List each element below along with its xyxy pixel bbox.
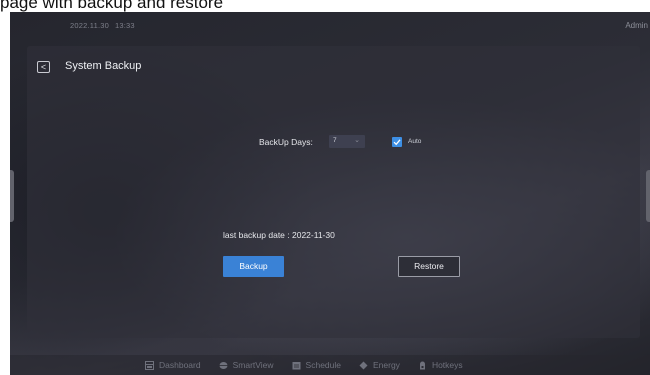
backup-button[interactable]: Backup [223, 256, 284, 277]
right-drawer-handle[interactable] [646, 170, 650, 222]
schedule-icon [292, 361, 301, 369]
datetime: 2022.11.30 13:33 [70, 21, 141, 30]
last-backup-date: last backup date : 2022-11-30 [223, 230, 335, 240]
dashboard-icon [145, 360, 154, 370]
backup-days-label: BackUp Days: [259, 137, 313, 147]
auto-checkbox[interactable] [392, 137, 402, 147]
nav-item-label: Hotkeys [431, 360, 463, 370]
left-drawer-handle[interactable] [10, 170, 14, 222]
restore-button[interactable]: Restore [398, 256, 460, 277]
nav-item-label: SmartView [232, 360, 274, 370]
hotkeys-icon [419, 361, 425, 369]
energy-icon [359, 361, 368, 369]
chevron-left-icon: < [40, 62, 47, 72]
time-text: 13:33 [114, 21, 135, 30]
bottom-nav: Dashboard SmartView Schedule Energy Hotk… [10, 355, 650, 375]
nav-item-label: Energy [373, 360, 400, 370]
smartview-icon [219, 361, 228, 369]
date-text: 2022.11.30 [70, 21, 109, 30]
auto-label: Auto [408, 138, 422, 145]
nav-item-energy[interactable]: Energy [359, 360, 400, 370]
backup-days-value: 7 [333, 137, 337, 144]
app-screen: 2022.11.30 13:33 Admin < System Backup Ba… [10, 12, 650, 375]
nav-item-dashboard[interactable]: Dashboard [145, 360, 201, 370]
top-bar: 2022.11.30 13:33 Admin [10, 12, 650, 42]
page-title: System Backup [65, 60, 142, 72]
nav-item-label: Schedule [305, 360, 341, 370]
system-backup-panel: < System Backup BackUp Days: 7 ⌄ Auto la… [27, 46, 640, 338]
chevron-down-icon: ⌄ [354, 137, 360, 144]
user-name[interactable]: Admin [625, 21, 648, 30]
nav-item-schedule[interactable]: Schedule [292, 360, 341, 370]
backup-days-select[interactable]: 7 ⌄ [329, 135, 365, 148]
nav-item-hotkeys[interactable]: Hotkeys [418, 360, 463, 370]
back-button[interactable]: < [37, 61, 50, 73]
checkmark-icon [393, 139, 401, 146]
nav-item-smartview[interactable]: SmartView [219, 360, 274, 370]
nav-item-label: Dashboard [159, 360, 201, 370]
